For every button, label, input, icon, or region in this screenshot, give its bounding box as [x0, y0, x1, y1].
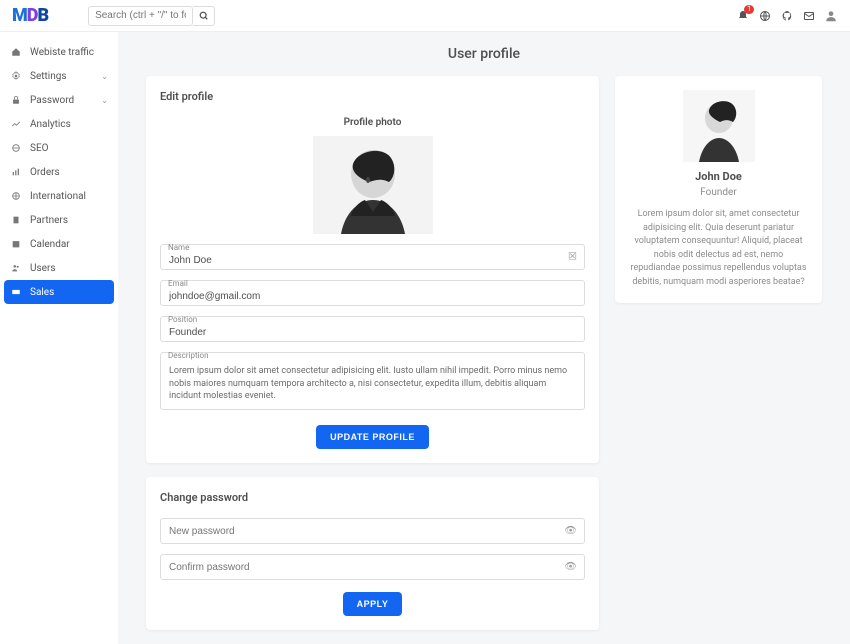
profile-role: Founder — [629, 187, 808, 198]
logo-d: D — [27, 5, 38, 26]
name-field: Name ☒ — [160, 244, 585, 270]
new-password-field: 👁 — [160, 518, 585, 544]
main-content: User profile Edit profile Profile photo … — [118, 32, 850, 644]
sidebar-item-settings[interactable]: Settings ⌄ — [0, 64, 118, 88]
clear-icon[interactable]: ☒ — [568, 252, 577, 263]
sidebar-item-label: Partners — [30, 215, 68, 226]
sidebar-item-label: Calendar — [30, 239, 70, 250]
confirm-password-field: 👁 — [160, 554, 585, 580]
sidebar-item-label: Users — [30, 263, 56, 274]
sidebar-item-label: Settings — [30, 71, 67, 82]
money-icon — [10, 286, 22, 298]
home-icon — [10, 46, 22, 58]
sidebar-item-label: Orders — [30, 167, 60, 178]
search-icon — [199, 11, 209, 21]
position-input[interactable] — [160, 316, 585, 342]
description-input[interactable] — [160, 352, 585, 410]
confirm-password-input[interactable] — [160, 554, 585, 580]
sidebar-item-label: SEO — [30, 143, 49, 154]
position-label: Position — [166, 315, 199, 324]
edit-profile-title: Edit profile — [160, 90, 585, 103]
sidebar: Webiste traffic Settings ⌄ Password ⌄ An… — [0, 32, 118, 644]
description-label: Description — [166, 351, 211, 360]
sidebar-item-users[interactable]: Users — [0, 256, 118, 280]
profile-bio: Lorem ipsum dolor sit, amet consectetur … — [629, 208, 808, 289]
sidebar-item-sales[interactable]: Sales — [4, 280, 114, 304]
globe-icon — [10, 142, 22, 154]
profile-name: John Doe — [629, 170, 808, 183]
sidebar-item-partners[interactable]: Partners — [0, 208, 118, 232]
profile-photo-label: Profile photo — [160, 117, 585, 128]
profile-summary-card: John Doe Founder Lorem ipsum dolor sit, … — [615, 76, 822, 303]
page-title: User profile — [146, 46, 822, 62]
eye-icon[interactable]: 👁 — [564, 526, 577, 537]
logo[interactable]: MDB — [12, 5, 48, 26]
search-button[interactable] — [193, 6, 215, 26]
sidebar-item-website-traffic[interactable]: Webiste traffic — [0, 40, 118, 64]
gear-icon — [10, 70, 22, 82]
sidebar-item-calendar[interactable]: Calendar — [0, 232, 118, 256]
new-password-input[interactable] — [160, 518, 585, 544]
profile-photo-small — [683, 90, 755, 162]
position-field: Position — [160, 316, 585, 342]
building-icon — [10, 214, 22, 226]
search-input[interactable] — [88, 6, 193, 26]
sidebar-item-label: International — [30, 191, 86, 202]
email-input[interactable] — [160, 280, 585, 306]
description-field: Description — [160, 352, 585, 413]
name-label: Name — [166, 243, 191, 252]
edit-profile-card: Edit profile Profile photo Name ☒ Email … — [146, 76, 599, 463]
sidebar-item-international[interactable]: International — [0, 184, 118, 208]
logo-m: M — [12, 5, 27, 26]
profile-photo-large — [313, 136, 433, 234]
users-icon — [10, 262, 22, 274]
notifications-icon[interactable]: 1 — [736, 9, 750, 23]
email-field: Email — [160, 280, 585, 306]
top-header: MDB 1 — [0, 0, 850, 32]
email-label: Email — [166, 279, 190, 288]
avatar-icon[interactable] — [824, 9, 838, 23]
change-password-title: Change password — [160, 491, 585, 504]
update-profile-button[interactable]: UPDATE PROFILE — [316, 425, 429, 449]
globe-icon — [10, 190, 22, 202]
bars-icon — [10, 166, 22, 178]
change-password-card: Change password 👁 👁 APPLY — [146, 477, 599, 630]
sidebar-item-label: Sales — [30, 287, 54, 298]
sidebar-item-orders[interactable]: Orders — [0, 160, 118, 184]
sidebar-item-label: Analytics — [30, 119, 71, 130]
sidebar-item-label: Webiste traffic — [30, 47, 94, 58]
chevron-down-icon: ⌄ — [101, 96, 108, 105]
lock-icon — [10, 94, 22, 106]
sidebar-item-analytics[interactable]: Analytics — [0, 112, 118, 136]
chevron-down-icon: ⌄ — [101, 72, 108, 81]
github-icon[interactable] — [780, 9, 794, 23]
sidebar-item-seo[interactable]: SEO — [0, 136, 118, 160]
search-wrap — [88, 6, 215, 26]
notification-badge: 1 — [744, 5, 754, 14]
mail-icon[interactable] — [802, 9, 816, 23]
chart-icon — [10, 118, 22, 130]
name-input[interactable] — [160, 244, 585, 270]
sidebar-item-password[interactable]: Password ⌄ — [0, 88, 118, 112]
sidebar-item-label: Password — [30, 95, 74, 106]
header-right: 1 — [736, 9, 838, 23]
logo-b: B — [37, 5, 48, 26]
eye-icon[interactable]: 👁 — [564, 562, 577, 573]
globe-icon[interactable] — [758, 9, 772, 23]
calendar-icon — [10, 238, 22, 250]
